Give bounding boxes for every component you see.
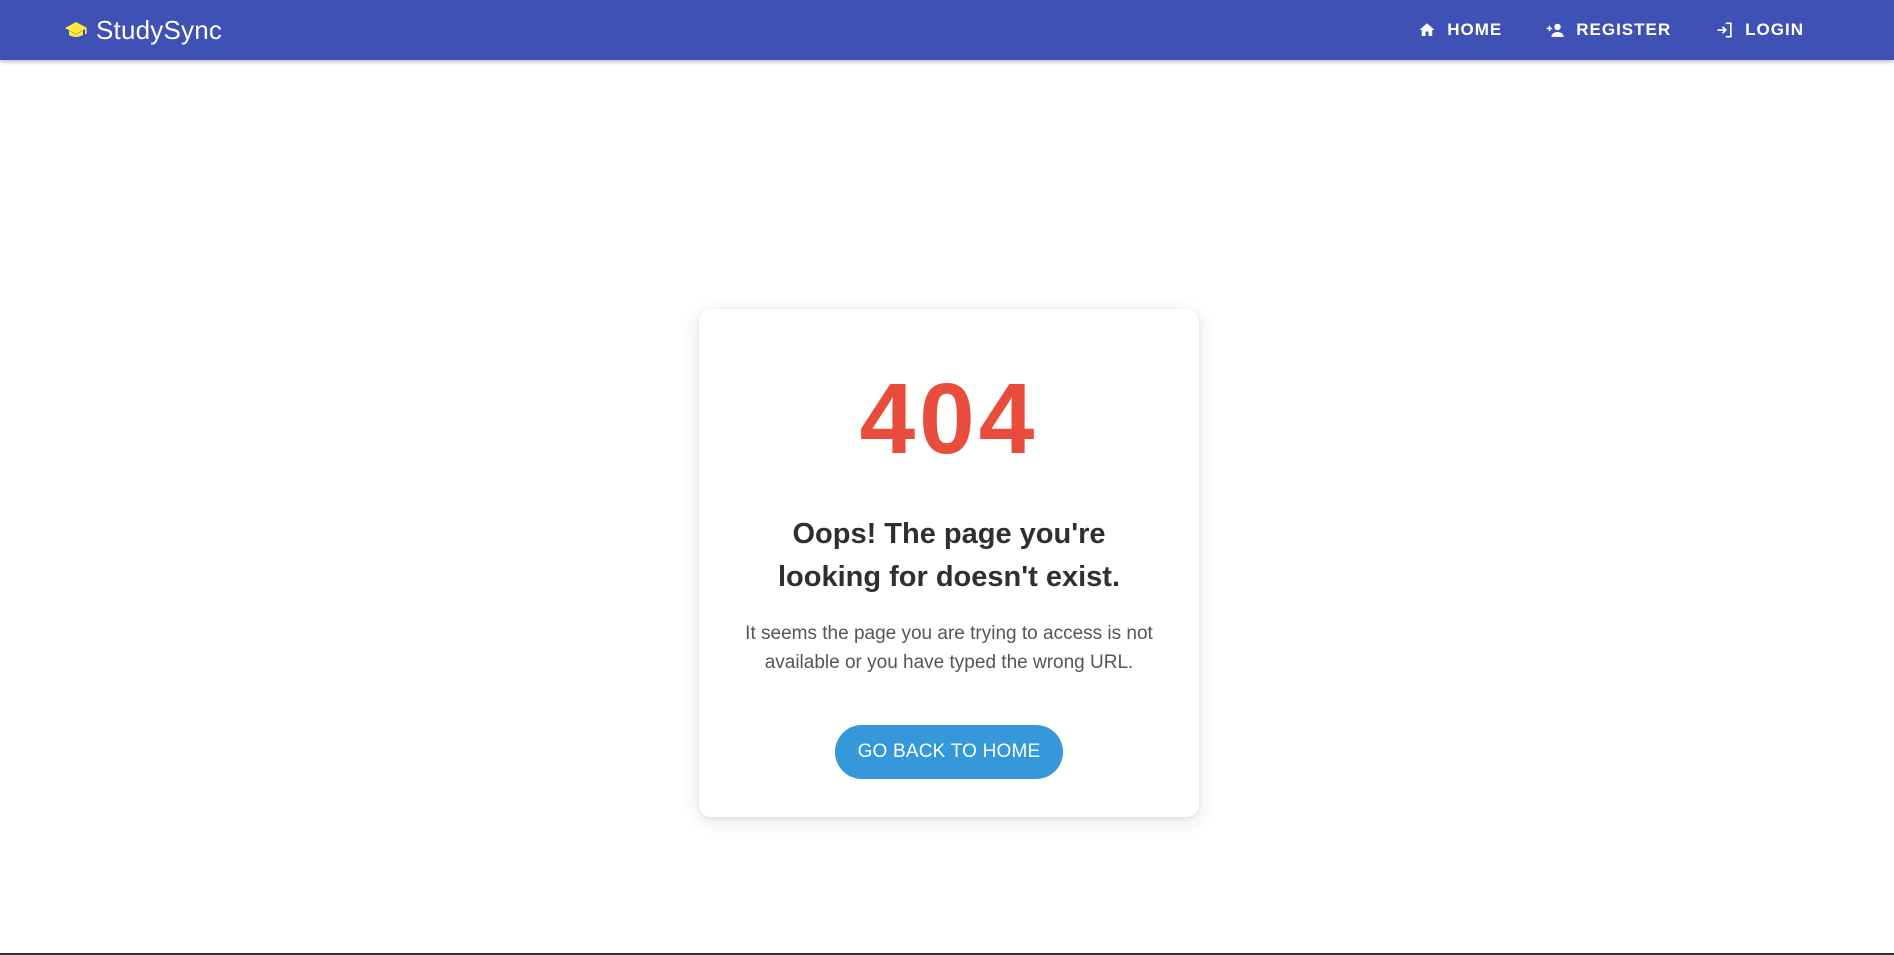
- error-code: 404: [859, 363, 1039, 475]
- nav-register-label: REGISTER: [1576, 20, 1672, 39]
- nav-home-link[interactable]: HOME: [1415, 10, 1504, 50]
- error-description: It seems the page you are trying to acce…: [745, 623, 1153, 673]
- page: StudySync HOME REGISTER LOGIN 404 Oops! …: [0, 0, 1894, 955]
- nav-login-label: LOGIN: [1745, 20, 1804, 39]
- not-found-card: 404 Oops! The page you're looking for do…: [699, 309, 1199, 817]
- app-bar: StudySync HOME REGISTER LOGIN: [0, 0, 1894, 60]
- nav-home-label: HOME: [1447, 20, 1503, 39]
- go-back-home-button[interactable]: GO BACK TO HOME: [835, 725, 1063, 779]
- brand-logo[interactable]: StudySync: [64, 0, 222, 60]
- home-icon: [1417, 20, 1437, 40]
- nav-login-link[interactable]: LOGIN: [1713, 10, 1806, 50]
- graduation-cap-icon: [64, 20, 88, 40]
- brand-name: StudySync: [96, 14, 223, 45]
- login-icon: [1715, 20, 1735, 40]
- nav-register-link[interactable]: REGISTER: [1544, 10, 1673, 50]
- person-add-icon: [1546, 20, 1566, 40]
- error-title: Oops! The page you're looking for doesn'…: [777, 518, 1121, 593]
- top-nav: HOME REGISTER LOGIN: [1415, 0, 1806, 60]
